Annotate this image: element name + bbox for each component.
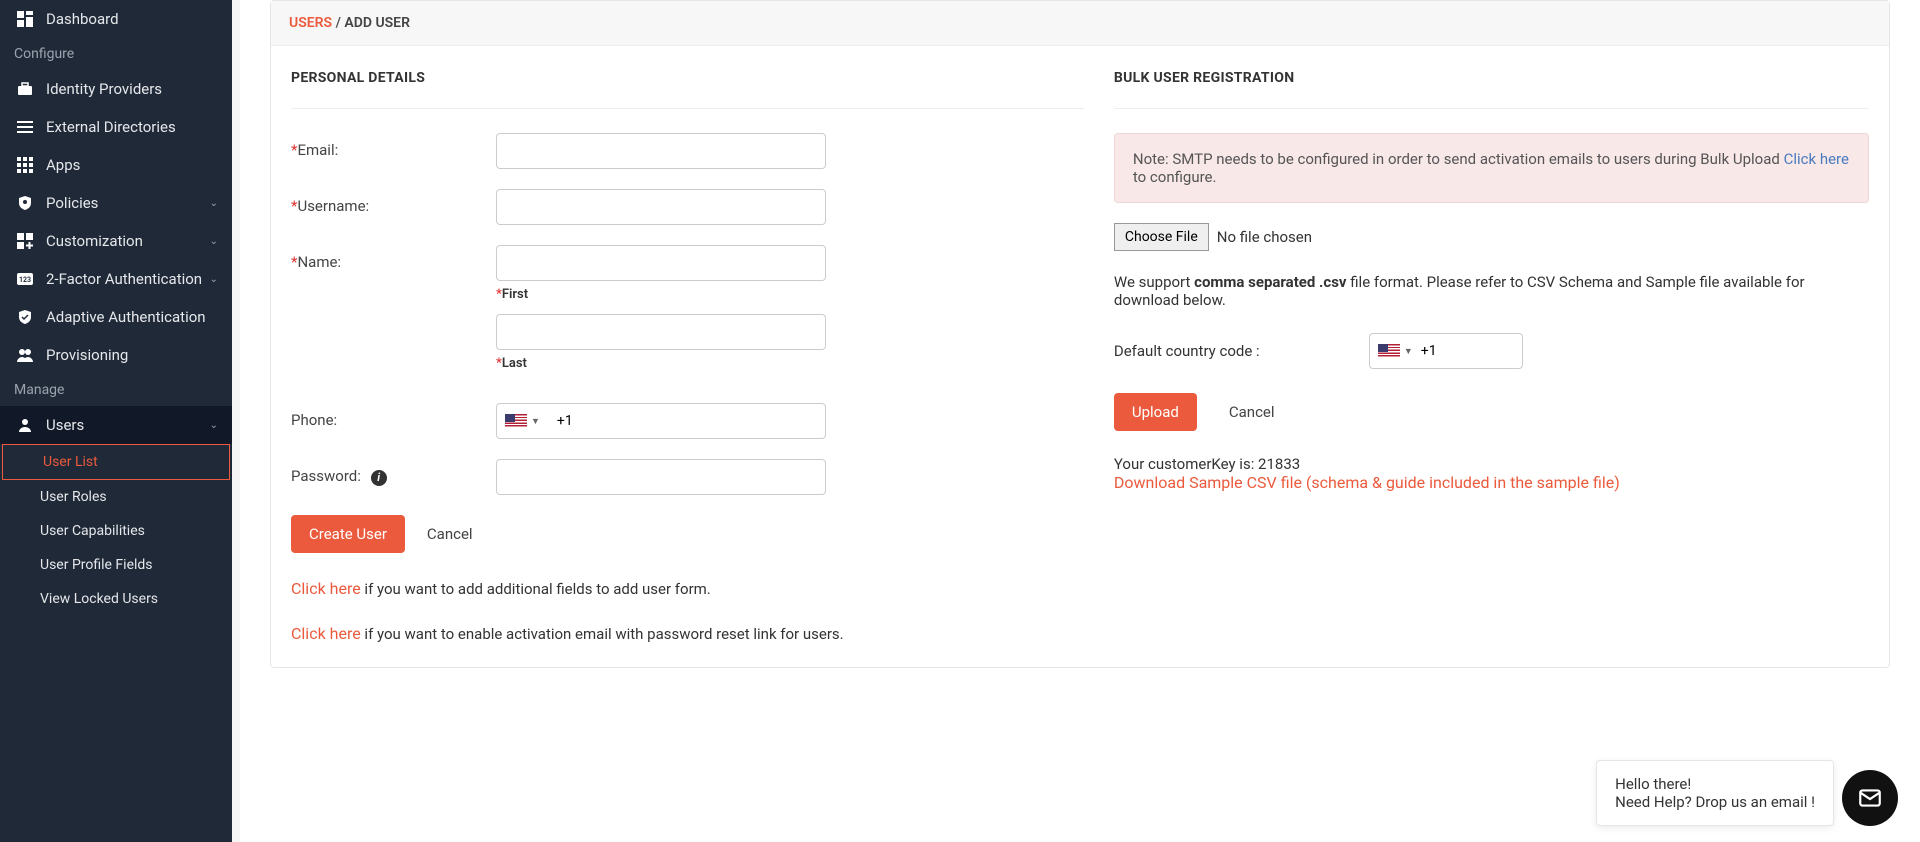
list-icon <box>14 119 36 135</box>
customer-key-text: Your customerKey is: 21833 <box>1114 455 1869 473</box>
cancel-button[interactable]: Cancel <box>409 515 491 553</box>
csv-support-text: We support comma separated .csv file for… <box>1114 273 1869 309</box>
nav-sub-user-capabilities[interactable]: User Capabilities <box>0 514 232 548</box>
nav-customization[interactable]: Customization ⌄ <box>0 222 232 260</box>
nav-label: Policies <box>46 194 98 212</box>
nav-label: Apps <box>46 156 80 174</box>
nav-provisioning[interactable]: Provisioning <box>0 336 232 374</box>
add-fields-text: if you want to add additional fields to … <box>361 580 711 598</box>
shield-check-icon <box>14 309 36 325</box>
add-fields-link[interactable]: Click here <box>291 579 361 598</box>
briefcase-icon <box>14 81 36 97</box>
smtp-alert: Note: SMTP needs to be configured in ord… <box>1114 133 1869 203</box>
country-code-value: +1 <box>1421 343 1437 359</box>
us-flag-icon <box>1378 344 1400 358</box>
smtp-configure-link[interactable]: Click here <box>1784 150 1849 168</box>
nav-label: Customization <box>46 232 143 250</box>
last-sublabel: *Last <box>496 356 1084 371</box>
personal-details-column: PERSONAL DETAILS *Email: *Username: *Nam… <box>291 70 1084 643</box>
chat-line1: Hello there! <box>1615 775 1815 793</box>
country-code-selector[interactable]: ▼ +1 <box>1369 333 1523 369</box>
bulk-title: BULK USER REGISTRATION <box>1114 70 1869 86</box>
password-label: Password: i <box>291 459 496 486</box>
nav-label: Provisioning <box>46 346 128 364</box>
nav-section-configure: Configure <box>0 38 232 70</box>
no-file-text: No file chosen <box>1217 228 1312 246</box>
breadcrumb-users[interactable]: USERS <box>289 15 332 31</box>
nav-section-manage: Manage <box>0 374 232 406</box>
country-code-label: Default country code : <box>1114 342 1369 360</box>
nav-label: Adaptive Authentication <box>46 308 206 326</box>
activation-email-text: if you want to enable activation email w… <box>361 625 844 643</box>
personal-title: PERSONAL DETAILS <box>291 70 1084 86</box>
mail-icon <box>1857 785 1883 811</box>
alert-text-b: to configure. <box>1133 168 1217 186</box>
caret-down-icon: ▼ <box>531 416 540 427</box>
main-content: USERS / ADD USER PERSONAL DETAILS *Email… <box>240 0 1920 842</box>
nav-sub-view-locked-users[interactable]: View Locked Users <box>0 582 232 616</box>
chat-popup: Hello there! Need Help? Drop us an email… <box>1596 760 1834 826</box>
info-icon[interactable]: i <box>371 470 387 486</box>
nav-label: Dashboard <box>46 10 119 28</box>
bulk-registration-column: BULK USER REGISTRATION Note: SMTP needs … <box>1114 70 1869 643</box>
content-card: USERS / ADD USER PERSONAL DETAILS *Email… <box>270 0 1890 668</box>
first-sublabel: *First <box>496 287 1084 302</box>
download-sample-link[interactable]: Download Sample CSV file (schema & guide… <box>1114 473 1620 492</box>
chevron-down-icon: ⌄ <box>210 274 218 285</box>
nav-dashboard[interactable]: Dashboard <box>0 0 232 38</box>
sidebar: Dashboard Configure Identity Providers E… <box>0 0 232 842</box>
nav-label: Identity Providers <box>46 80 162 98</box>
phone-field: ▼ <box>496 403 826 439</box>
dashboard-icon <box>14 11 36 27</box>
nav-identity-providers[interactable]: Identity Providers <box>0 70 232 108</box>
nav-apps[interactable]: Apps <box>0 146 232 184</box>
chat-fab-button[interactable] <box>1842 770 1898 826</box>
user-icon <box>14 417 36 433</box>
nav-sub-user-profile-fields[interactable]: User Profile Fields <box>0 548 232 582</box>
nav-sub-user-roles[interactable]: User Roles <box>0 480 232 514</box>
numbers-icon: 123 <box>14 271 36 287</box>
grid-icon <box>14 157 36 173</box>
alert-text-a: Note: SMTP needs to be configured in ord… <box>1133 150 1784 168</box>
username-label: *Username: <box>291 189 496 215</box>
divider <box>291 108 1084 109</box>
caret-down-icon: ▼ <box>1404 346 1413 357</box>
chevron-down-icon: ⌄ <box>210 236 218 247</box>
breadcrumb-add-user: ADD USER <box>344 15 410 31</box>
nav-users[interactable]: Users ⌄ <box>0 406 232 444</box>
password-input[interactable] <box>496 459 826 495</box>
svg-text:123: 123 <box>19 276 31 284</box>
email-input[interactable] <box>496 133 826 169</box>
nav-external-directories[interactable]: External Directories <box>0 108 232 146</box>
phone-country-selector[interactable]: ▼ <box>497 414 549 428</box>
shield-icon <box>14 195 36 211</box>
upload-cancel-button[interactable]: Cancel <box>1211 393 1293 431</box>
nav-2fa[interactable]: 123 2-Factor Authentication ⌄ <box>0 260 232 298</box>
last-name-input[interactable] <box>496 314 826 350</box>
name-label: *Name: <box>291 245 496 271</box>
nav-sub-user-list[interactable]: User List <box>2 444 230 480</box>
nav-policies[interactable]: Policies ⌄ <box>0 184 232 222</box>
customize-icon <box>14 233 36 249</box>
chevron-down-icon: ⌄ <box>210 420 218 431</box>
choose-file-button[interactable]: Choose File <box>1114 223 1209 251</box>
nav-label: Users <box>46 416 84 434</box>
divider <box>1114 108 1869 109</box>
users-icon <box>14 347 36 363</box>
phone-input[interactable] <box>549 413 825 429</box>
us-flag-icon <box>505 414 527 428</box>
upload-button[interactable]: Upload <box>1114 393 1197 431</box>
chevron-down-icon: ⌄ <box>210 198 218 209</box>
nav-label: External Directories <box>46 118 176 136</box>
activation-email-link[interactable]: Click here <box>291 624 361 643</box>
create-user-button[interactable]: Create User <box>291 515 405 553</box>
email-label: *Email: <box>291 133 496 159</box>
phone-label: Phone: <box>291 403 496 429</box>
nav-adaptive-auth[interactable]: Adaptive Authentication <box>0 298 232 336</box>
chat-line2: Need Help? Drop us an email ! <box>1615 793 1815 811</box>
username-input[interactable] <box>496 189 826 225</box>
nav-label: 2-Factor Authentication <box>46 270 202 288</box>
breadcrumb: USERS / ADD USER <box>271 1 1889 46</box>
first-name-input[interactable] <box>496 245 826 281</box>
